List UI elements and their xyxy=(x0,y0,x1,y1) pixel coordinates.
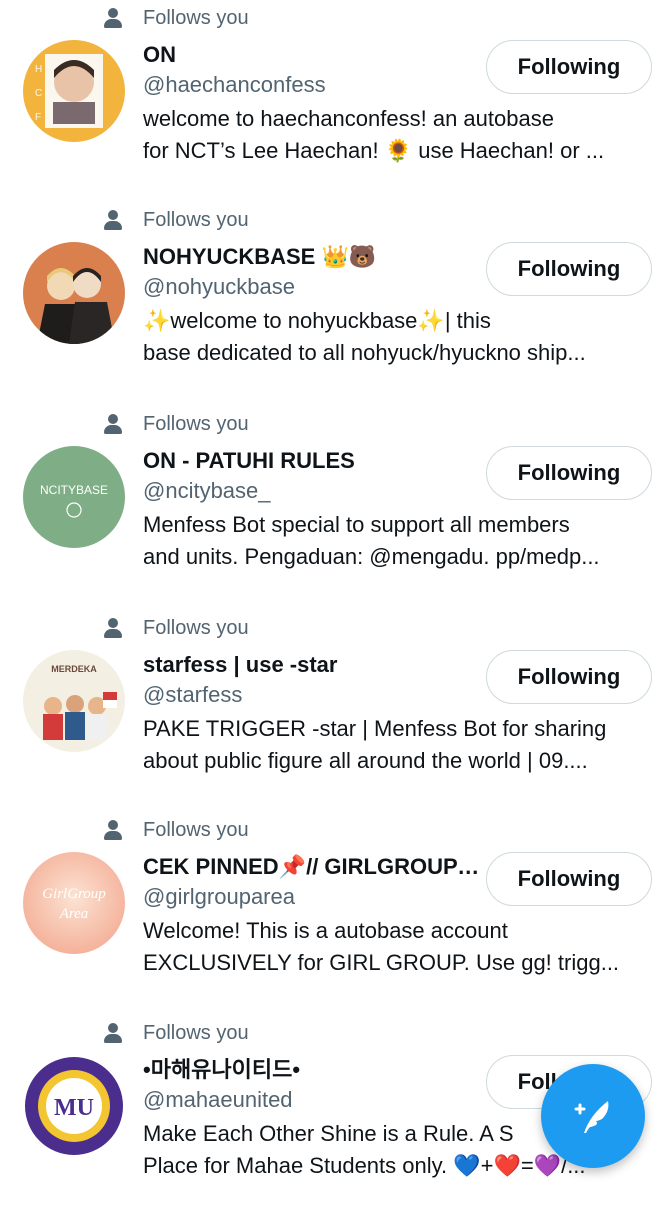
follows-you-label: Follows you xyxy=(143,1021,249,1044)
follows-you-indicator: Follows you xyxy=(104,202,249,238)
account-handle: @mahaeunited xyxy=(143,1087,293,1112)
follows-you-label: Follows you xyxy=(143,208,249,231)
follows-you-indicator: Follows you xyxy=(104,1015,249,1051)
svg-text:Area: Area xyxy=(59,906,89,922)
account-name: NOHYUCKBASE 👑🐻 xyxy=(143,244,377,269)
follows-you-label: Follows you xyxy=(143,412,249,435)
account-bio: Welcome! This is a autobase account EXCL… xyxy=(143,918,620,975)
person-icon xyxy=(104,617,124,639)
avatar[interactable]: NCITYBASE xyxy=(23,446,125,548)
svg-text:H: H xyxy=(35,64,42,75)
account-name: ON xyxy=(143,42,176,67)
svg-text:F: F xyxy=(35,112,41,123)
list-item[interactable]: Follows you NOHYUCKBASE 👑🐻 @nohyuckbase … xyxy=(0,202,665,402)
account-handle: @haechanconfess xyxy=(143,72,326,97)
svg-text:MERDEKA: MERDEKA xyxy=(51,664,97,674)
account-handle: @girlgrouparea xyxy=(143,884,295,909)
list-item[interactable]: Follows you MERDEKA starfess | use -star… xyxy=(0,610,665,810)
following-button[interactable]: Following xyxy=(486,40,652,94)
svg-text:MU: MU xyxy=(54,1095,94,1121)
avatar[interactable] xyxy=(23,242,125,344)
account-name: ON - PATUHI RULES xyxy=(143,448,355,473)
person-icon xyxy=(104,819,124,841)
account-handle: @nohyuckbase xyxy=(143,274,295,299)
avatar[interactable]: GirlGroup Area xyxy=(23,852,125,954)
svg-text:NCITYBASE: NCITYBASE xyxy=(40,483,108,497)
compose-tweet-button[interactable] xyxy=(541,1064,645,1168)
compose-icon xyxy=(574,1101,609,1133)
following-button[interactable]: Following xyxy=(486,852,652,906)
person-icon xyxy=(104,209,124,231)
account-bio: ✨welcome to nohyuckbase✨| this base dedi… xyxy=(143,308,586,365)
account-handle: @ncitybase_ xyxy=(143,478,271,503)
list-item[interactable]: Follows you GirlGroup Area CEK PINNED📌//… xyxy=(0,812,665,1012)
follows-you-label: Follows you xyxy=(143,818,249,841)
follows-you-label: Follows you xyxy=(143,6,249,29)
follows-you-indicator: Follows you xyxy=(104,610,249,646)
svg-text:C: C xyxy=(35,88,42,99)
account-name: •마해유나이티드• xyxy=(143,1057,301,1082)
following-button[interactable]: Following xyxy=(486,242,652,296)
svg-text:GirlGroup: GirlGroup xyxy=(42,886,106,902)
person-icon xyxy=(104,1022,124,1044)
account-handle: @starfess xyxy=(143,682,243,707)
follows-you-label: Follows you xyxy=(143,616,249,639)
avatar[interactable]: MERDEKA xyxy=(23,650,125,752)
list-item[interactable]: Follows you H C F ON @haechanconfess wel… xyxy=(0,0,665,200)
person-icon xyxy=(104,7,124,29)
follows-you-indicator: Follows you xyxy=(104,812,249,848)
list-item[interactable]: Follows you NCITYBASE ON - PATUHI RULES … xyxy=(0,406,665,606)
person-icon xyxy=(104,413,124,435)
account-name: starfess | use -star xyxy=(143,652,338,677)
following-button[interactable]: Following xyxy=(486,650,652,704)
following-button[interactable]: Following xyxy=(486,446,652,500)
account-name: CEK PINNED📌// GIRLGROUP AREA xyxy=(143,854,483,879)
avatar[interactable]: MU xyxy=(23,1055,125,1157)
avatar[interactable]: H C F xyxy=(23,40,125,142)
follows-you-indicator: Follows you xyxy=(104,0,249,36)
follows-you-indicator: Follows you xyxy=(104,406,249,442)
account-bio: PAKE TRIGGER -star | Menfess Bot for sha… xyxy=(143,716,607,773)
account-bio: welcome to haechanconfess! an autobase f… xyxy=(143,106,605,163)
account-bio: Menfess Bot special to support all membe… xyxy=(143,512,600,569)
